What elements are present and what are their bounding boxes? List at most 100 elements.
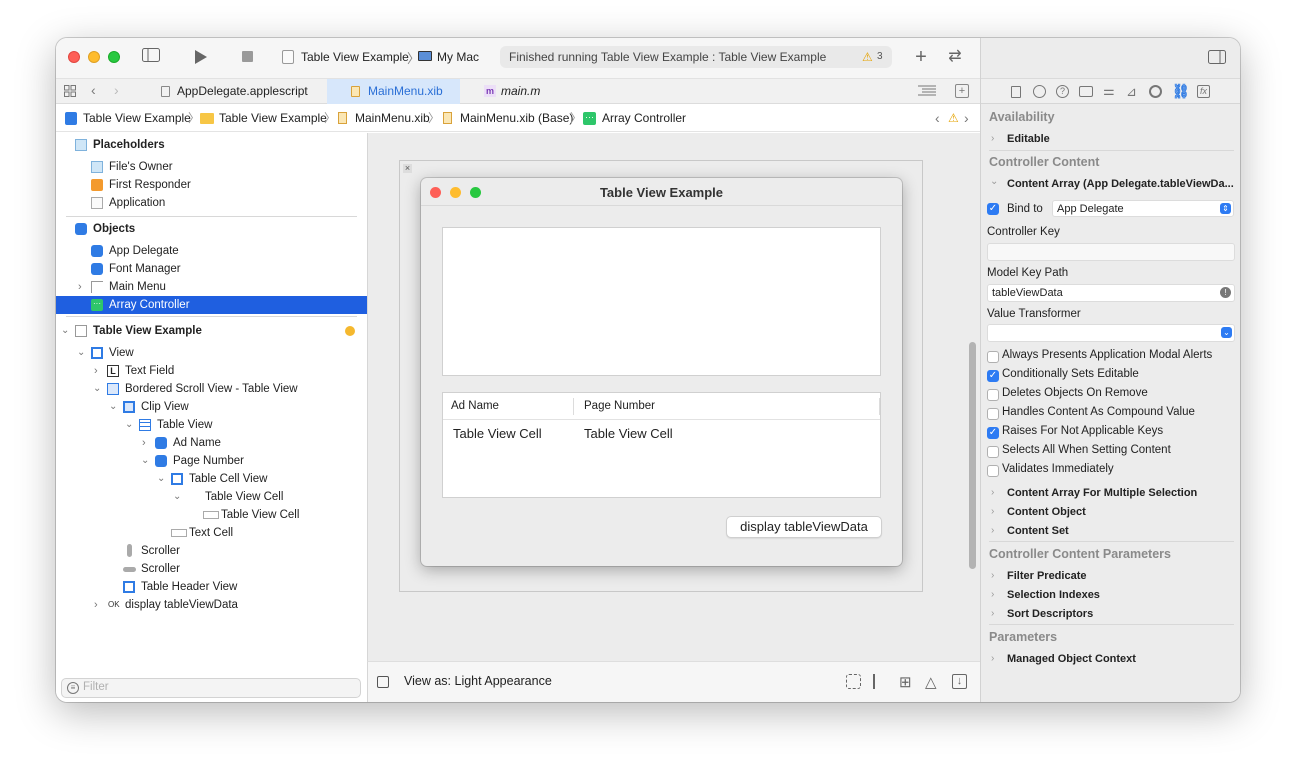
option-checkbox-4[interactable]: ✓ [987,427,999,439]
jump-item-xib[interactable]: MainMenu.xib [355,105,430,132]
swap-arrows-icon[interactable]: ⇄ [944,47,966,67]
row-managed-object-context[interactable]: › Managed Object Context [989,653,1234,667]
row-content-set[interactable]: › Content Set [989,525,1234,539]
pin-icon[interactable]: ⊞ [899,673,912,691]
disclosure-chevron-icon[interactable]: › [142,434,146,452]
disclosure-chevron-down-icon[interactable]: ⌄ [173,488,181,506]
outline-item-table-view-cell[interactable]: ⌄ Table View Cell [56,488,367,506]
outline-item-main-menu[interactable]: › Main Menu [56,278,367,296]
display-button[interactable]: display tableViewData [726,516,882,538]
option-checkbox-5[interactable] [987,446,999,458]
outline-item-files-owner[interactable]: File's Owner [56,158,367,176]
outline-item-table-header-view[interactable]: Table Header View [56,578,367,596]
text-field-area[interactable] [442,227,881,376]
outline-item-view[interactable]: ⌄ View [56,344,367,362]
back-chevron-icon[interactable]: ‹ [91,82,96,98]
row-content-array[interactable]: ⌄ Content Array (App Delegate.tableViewD… [989,176,1234,192]
connections-inspector-icon[interactable] [1149,85,1162,98]
disclosure-chevron-down-icon[interactable]: ⌄ [77,344,85,362]
resolve-icon[interactable]: △ [925,673,937,691]
row-sort-descriptors[interactable]: › Sort Descriptors [989,608,1234,622]
disclosure-chevron-down-icon[interactable]: ⌄ [109,398,117,416]
row-content-object[interactable]: › Content Object [989,506,1234,520]
option-checkbox-3[interactable] [987,408,999,420]
jump-item-project[interactable]: Table View Example [83,105,191,132]
outline-item-first-responder[interactable]: First Responder [56,176,367,194]
destination-selector[interactable]: My Mac [437,50,479,64]
outline-item-text-field[interactable]: › L Text Field [56,362,367,380]
table-cell[interactable]: Table View Cell [453,426,542,441]
size-inspector-icon[interactable]: ⊿ [1126,84,1137,100]
outline-item-clip-view[interactable]: ⌄ Clip View [56,398,367,416]
sidebar-toggle-icon[interactable] [140,48,162,68]
outline-item-ad-name-column[interactable]: › Ad Name [56,434,367,452]
outline-item-scroller-horizontal[interactable]: Scroller [56,560,367,578]
jump-item-xib-base[interactable]: MainMenu.xib (Base) [460,105,573,132]
warning-icon[interactable]: ⚠ [948,105,959,132]
controller-key-field[interactable] [987,243,1235,261]
warning-icon[interactable]: ⚠ [862,46,873,68]
disclosure-chevron-icon[interactable]: › [78,278,82,296]
outline-item-font-manager[interactable]: Font Manager [56,260,367,278]
disclosure-chevron-down-icon[interactable]: ⌄ [93,380,101,398]
back-chevron-icon[interactable]: ‹ [935,105,940,132]
bind-to-popup[interactable]: App Delegate ⇕ [1052,200,1234,217]
outline-item-scroller-vertical[interactable]: Scroller [56,542,367,560]
forward-chevron-icon[interactable]: › [964,105,969,132]
outline-item-array-controller[interactable]: ··· Array Controller [56,296,367,314]
model-key-path-field[interactable]: tableViewData ! [987,284,1235,302]
inspector-toggle-icon[interactable] [1208,50,1226,67]
design-window[interactable]: Table View Example Ad Name Page Number T… [421,178,902,566]
row-editable[interactable]: › Editable [989,133,1234,147]
table-cell[interactable]: Table View Cell [584,426,673,441]
option-checkbox-2[interactable] [987,389,999,401]
tab-appdelegate[interactable]: AppDelegate.applescript [156,79,327,104]
outline-toggle-icon[interactable] [377,676,389,688]
column-header-ad-name[interactable]: Ad Name [451,400,499,412]
disclosure-chevron-icon[interactable]: › [94,596,98,614]
disclosure-chevron-icon[interactable]: › [94,362,98,380]
view-as-label[interactable]: View as: Light Appearance [404,674,552,688]
row-content-array-multiple[interactable]: › Content Array For Multiple Selection [989,487,1234,501]
jump-item-array-controller[interactable]: Array Controller [602,105,686,132]
stop-button[interactable] [242,51,253,62]
disclosure-chevron-down-icon[interactable]: ⌄ [61,322,69,340]
add-icon[interactable]: + [911,47,931,67]
outline-item-scroll-view[interactable]: ⌄ Bordered Scroll View - Table View [56,380,367,398]
outline-item-page-number-column[interactable]: ⌄ Page Number [56,452,367,470]
outline-item-table-cell-view[interactable]: ⌄ Table Cell View [56,470,367,488]
objects-section[interactable]: Objects [56,220,367,238]
vertical-scrollbar[interactable] [969,342,976,569]
bindings-inspector-icon[interactable]: ⛓ [1172,83,1190,100]
tab-mainmenu-xib[interactable]: MainMenu.xib [327,79,460,104]
grid-icon[interactable] [64,85,76,97]
column-header-page-number[interactable]: Page Number [584,400,655,412]
disclosure-chevron-down-icon[interactable]: ⌄ [157,470,165,488]
forward-chevron-icon[interactable]: › [114,82,119,98]
info-icon[interactable]: ! [1220,287,1231,298]
close-button[interactable] [68,51,80,63]
outline-item-display-button[interactable]: › OK display tableViewData [56,596,367,614]
tab-main-m[interactable]: m main.m [460,79,580,104]
option-checkbox-1[interactable]: ✓ [987,370,999,382]
identity-inspector-icon[interactable] [1079,86,1093,97]
attributes-inspector-icon[interactable]: ⚌ [1103,83,1115,99]
placeholders-section[interactable]: Placeholders [56,136,367,154]
scheme-selector[interactable]: Table View Example [301,50,409,64]
outline-item-application[interactable]: Application [56,194,367,212]
row-filter-predicate[interactable]: › Filter Predicate [989,570,1234,584]
disclosure-chevron-down-icon[interactable]: ⌄ [125,416,133,434]
row-selection-indexes[interactable]: › Selection Indexes [989,589,1234,603]
run-button[interactable] [194,49,208,68]
option-checkbox-0[interactable] [987,351,999,363]
disclosure-chevron-down-icon[interactable]: ⌄ [141,452,149,470]
outline-item-table-view-cell-inner[interactable]: Table View Cell [56,506,367,524]
bind-to-checkbox[interactable]: ✓ [987,203,999,215]
option-checkbox-6[interactable] [987,465,999,477]
file-inspector-icon[interactable] [1011,86,1021,98]
add-editor-icon[interactable]: + [955,84,969,98]
lines-icon[interactable] [918,85,936,100]
interface-builder-canvas[interactable]: × Table View Example Ad Name Page Number… [367,133,980,702]
history-inspector-icon[interactable] [1033,85,1046,98]
outline-item-window[interactable]: ⌄ Table View Example [56,322,367,340]
